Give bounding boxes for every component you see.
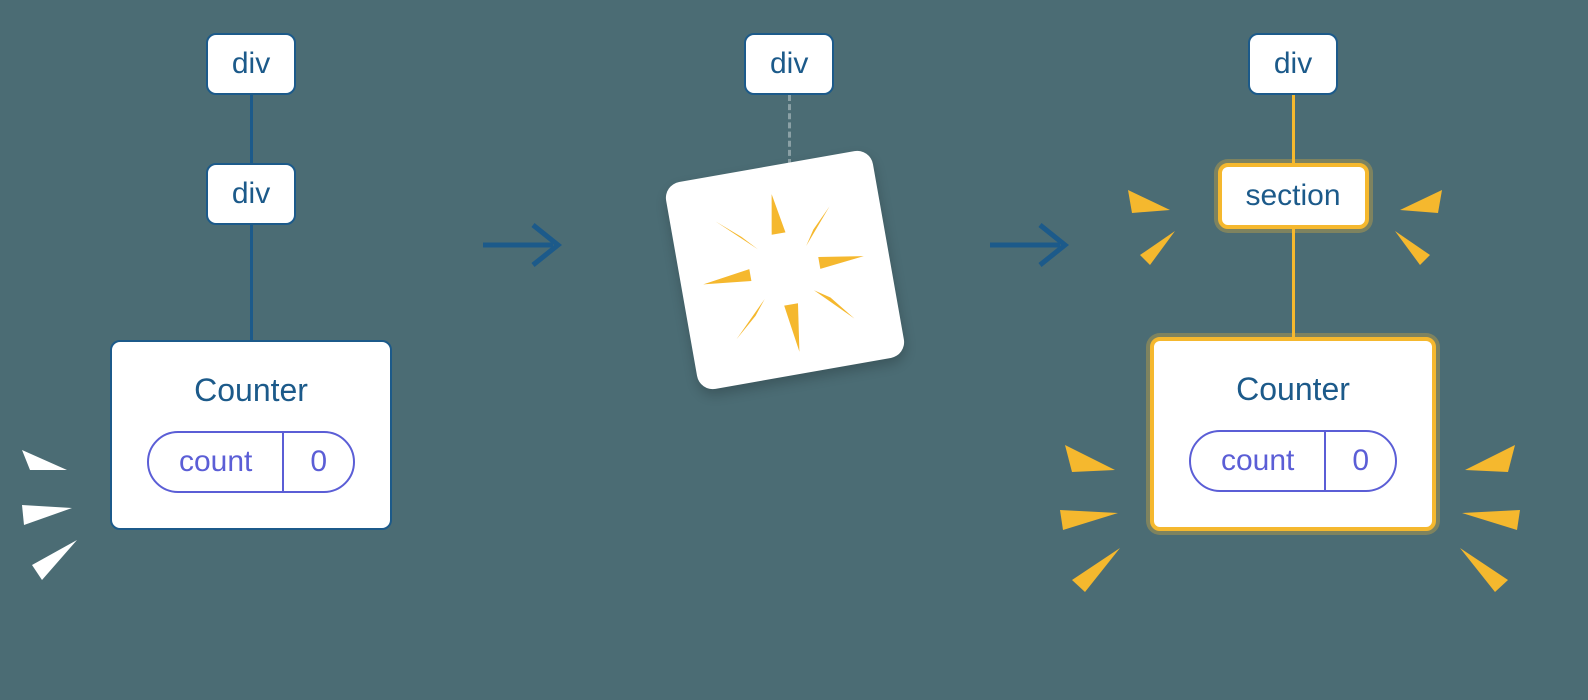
state-key: count <box>149 433 282 491</box>
arrow-icon <box>478 215 578 275</box>
node-section: section <box>1218 163 1369 229</box>
explosion-icon <box>675 160 895 380</box>
state-pill: count 0 <box>1189 430 1397 492</box>
state-pill: count 0 <box>147 431 355 493</box>
explosion-box <box>663 148 906 391</box>
counter-box: Counter count 0 <box>110 340 392 530</box>
connector <box>1292 229 1295 337</box>
counter-title: Counter <box>194 372 308 409</box>
sparks-icon <box>1120 175 1200 275</box>
connector <box>250 95 253 163</box>
state-key: count <box>1191 432 1324 490</box>
sparks-icon <box>1425 430 1520 600</box>
state-value: 0 <box>1324 432 1395 490</box>
node-div: div <box>1248 33 1338 95</box>
arrow-icon <box>985 215 1085 275</box>
left-tree: div div Counter count 0 <box>110 33 392 530</box>
node-div-2: div <box>206 163 296 225</box>
connector <box>1292 95 1295 163</box>
sparks-icon <box>1370 175 1450 275</box>
connector-dashed <box>788 95 791 165</box>
counter-title: Counter <box>1236 371 1350 408</box>
state-value: 0 <box>282 433 353 491</box>
middle-tree: div <box>744 33 834 165</box>
counter-box: Counter count 0 <box>1150 337 1436 531</box>
right-tree: div section Counter count 0 <box>1150 33 1436 531</box>
connector <box>250 225 253 340</box>
sparks-icon <box>1060 430 1155 600</box>
sparks-icon <box>22 430 112 590</box>
node-div: div <box>744 33 834 95</box>
node-div-1: div <box>206 33 296 95</box>
